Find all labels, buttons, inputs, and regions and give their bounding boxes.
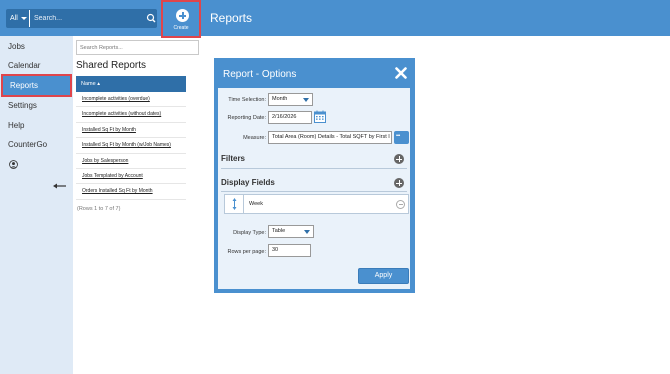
chevron-down-icon xyxy=(21,17,27,20)
global-search: All xyxy=(6,9,157,28)
drag-handle[interactable] xyxy=(225,195,244,213)
sidebar-item-help[interactable]: Help xyxy=(8,121,24,130)
report-link[interactable]: Jobs Templated by Account xyxy=(76,168,186,185)
reports-search-input[interactable] xyxy=(76,40,199,55)
add-filter-icon[interactable] xyxy=(394,154,404,164)
sidebar-item-countergo[interactable]: CounterGo xyxy=(8,140,47,149)
measure-more-button[interactable] xyxy=(394,131,409,144)
sidebar: Jobs Calendar Reports Settings Help Coun… xyxy=(0,36,73,374)
create-button[interactable]: Create xyxy=(161,0,201,38)
search-scope-select[interactable]: All xyxy=(7,10,29,27)
display-type-label: Display Type: xyxy=(233,230,266,236)
display-fields-title: Display Fields xyxy=(221,178,275,187)
sidebar-item-jobs[interactable]: Jobs xyxy=(8,42,25,51)
rows-per-page-field[interactable]: 30 xyxy=(268,244,311,257)
reporting-date-field[interactable]: 2/16/2026 xyxy=(268,111,312,124)
plus-circle-icon xyxy=(176,9,189,22)
time-selection-select[interactable]: Month xyxy=(268,93,313,106)
add-field-icon[interactable] xyxy=(394,178,404,188)
report-link[interactable]: Jobs by Salesperson xyxy=(76,153,186,169)
sidebar-item-settings[interactable]: Settings xyxy=(8,101,37,110)
reporting-date-label: Reporting Date: xyxy=(227,115,266,121)
measure-label: Measure: xyxy=(243,135,266,141)
sidebar-item-reports[interactable]: Reports xyxy=(1,74,72,97)
search-scope-label: All xyxy=(10,15,18,22)
top-bar: All Create Reports xyxy=(0,0,670,38)
display-field-name: Week xyxy=(249,201,263,207)
sidebar-item-calendar[interactable]: Calendar xyxy=(8,61,40,70)
search-icon xyxy=(146,13,156,23)
display-type-select[interactable]: Table xyxy=(268,225,314,238)
modal-title: Report - Options xyxy=(223,69,297,80)
report-link[interactable]: Installed Sq Ft by Month xyxy=(76,122,186,139)
report-link[interactable]: Incomplete activities (without dates) xyxy=(76,107,186,123)
apply-button[interactable]: Apply xyxy=(358,268,409,284)
rows-info: (Rows 1 to 7 of 7) xyxy=(77,206,121,212)
modal-body: Time Selection: Month Reporting Date: 2/… xyxy=(218,88,410,289)
shared-reports-title: Shared Reports xyxy=(76,60,147,71)
filters-title: Filters xyxy=(221,154,246,163)
global-search-input[interactable] xyxy=(30,10,145,27)
drag-arrows-icon xyxy=(232,198,237,210)
time-selection-value: Month xyxy=(272,96,288,102)
divider xyxy=(221,168,407,169)
sidebar-item-label: Reports xyxy=(10,81,39,90)
page-title: Reports xyxy=(210,11,253,25)
calendar-icon[interactable] xyxy=(314,110,326,123)
report-link[interactable]: Incomplete activities (overdue) xyxy=(76,92,186,108)
report-link[interactable]: Installed Sq Ft by Month (w/Job Names) xyxy=(76,138,186,154)
search-button[interactable] xyxy=(145,10,157,27)
user-avatar-icon[interactable] xyxy=(9,160,18,169)
remove-field-icon[interactable] xyxy=(396,200,405,209)
create-label: Create xyxy=(173,25,189,31)
report-options-modal: Report - Options Time Selection: Month R… xyxy=(214,58,415,293)
close-icon[interactable] xyxy=(395,67,407,79)
measure-field[interactable]: Total Area (Room) Details - Total SQFT b… xyxy=(268,131,392,144)
rows-per-page-label: Rows per page: xyxy=(227,249,266,255)
display-field-row: Week xyxy=(224,194,409,214)
report-link[interactable]: Orders Installed Sq Ft by Month xyxy=(76,184,186,200)
name-column-header[interactable]: Name ▴ xyxy=(76,76,186,92)
display-type-value: Table xyxy=(272,228,286,234)
report-list: Incomplete activities (overdue) Incomple… xyxy=(76,92,186,200)
chevron-down-icon xyxy=(304,230,310,234)
collapse-arrow-icon[interactable] xyxy=(53,183,67,189)
time-selection-label: Time Selection: xyxy=(228,97,266,103)
chevron-down-icon xyxy=(303,98,309,102)
divider xyxy=(221,191,407,192)
